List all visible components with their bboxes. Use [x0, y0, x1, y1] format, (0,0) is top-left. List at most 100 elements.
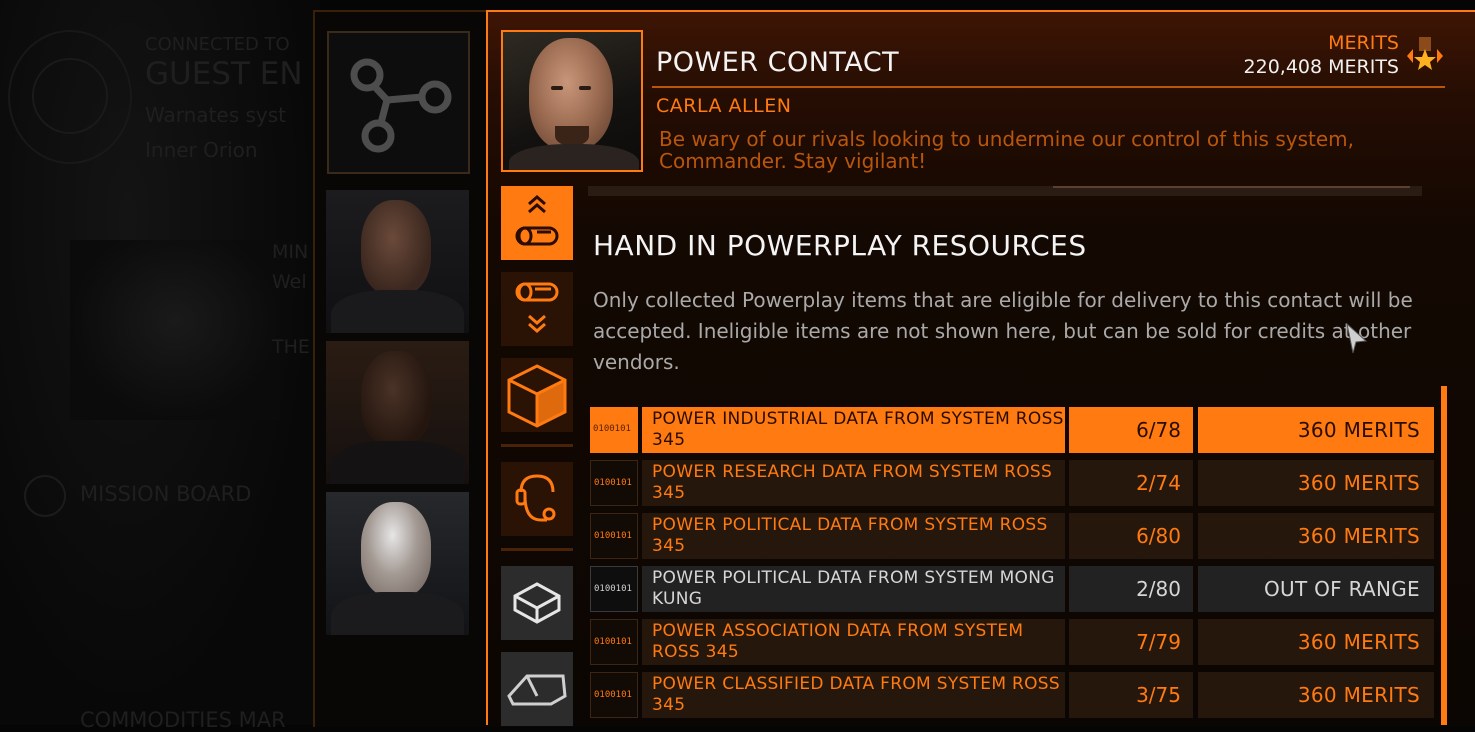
- merits-value: 220,408 MERITS: [1243, 56, 1399, 78]
- merits-label: MERITS: [1328, 32, 1399, 54]
- bg-mission-text-1: MIN: [272, 241, 309, 263]
- resource-name: POWER RESEARCH DATA FROM SYSTEM ROSS 345: [652, 462, 1053, 503]
- bg-portrait: [70, 240, 280, 420]
- data-code-icon: 0100101: [590, 566, 638, 612]
- resource-reward-cell: OUT OF RANGE: [1198, 566, 1434, 612]
- resource-reward: 360 MERITS: [1297, 630, 1420, 654]
- resource-qty: 6/78: [1136, 418, 1181, 442]
- resource-name-cell: POWER CLASSIFIED DATA FROM SYSTEM ROSS 3…: [642, 672, 1065, 718]
- resource-name-cell: POWER POLITICAL DATA FROM SYSTEM MONG KU…: [642, 566, 1065, 612]
- powerplay-network-button[interactable]: [327, 31, 470, 174]
- resource-name: POWER POLITICAL DATA FROM SYSTEM MONG KU…: [652, 568, 1055, 609]
- bg-sub-line: Inner Orion: [145, 138, 258, 162]
- data-code-label: 0100101: [594, 690, 632, 700]
- resource-reward: OUT OF RANGE: [1263, 577, 1420, 601]
- portrait-eye: [579, 86, 591, 90]
- contact-quote: Be wary of our rivals looking to undermi…: [659, 127, 1354, 173]
- bg-station-name: GUEST EN: [145, 56, 303, 92]
- bg-connected-label: CONNECTED TO: [145, 34, 290, 55]
- resource-reward-cell: 360 MERITS: [1198, 407, 1434, 453]
- bg-mission-text-2: Wel: [272, 271, 307, 293]
- bg-commodities: COMMODITIES MAR: [80, 708, 286, 732]
- tab-hand-in[interactable]: [501, 186, 573, 260]
- tab-cargo[interactable]: [501, 358, 573, 432]
- bg-mission-board: MISSION BOARD: [80, 482, 252, 506]
- hand-in-cargo-icon: [515, 195, 559, 246]
- upper-scrollbar[interactable]: [588, 186, 1422, 196]
- data-code-label: 0100101: [594, 584, 632, 594]
- resource-reward-cell: 360 MERITS: [1198, 619, 1434, 665]
- ship-module-icon: [507, 674, 567, 706]
- data-code-label: 0100101: [594, 531, 632, 541]
- resource-reward-cell: 360 MERITS: [1198, 672, 1434, 718]
- globe-icon: [24, 475, 66, 517]
- resource-name-cell: POWER RESEARCH DATA FROM SYSTEM ROSS 345: [642, 460, 1065, 506]
- bg-system-line: Warnates syst: [145, 103, 286, 127]
- resource-reward-cell: 360 MERITS: [1198, 513, 1434, 559]
- section-description: Only collected Powerplay items that are …: [593, 288, 1413, 374]
- portrait-eye: [551, 86, 563, 90]
- list-scrollbar[interactable]: [1441, 386, 1447, 725]
- resource-row[interactable]: 0100101 POWER CLASSIFIED DATA FROM SYSTE…: [590, 672, 1434, 718]
- contact-jacket: [331, 290, 464, 333]
- contact-face: [361, 200, 431, 295]
- data-code-icon: 0100101: [590, 672, 638, 718]
- resource-name-cell: POWER POLITICAL DATA FROM SYSTEM ROSS 34…: [642, 513, 1065, 559]
- station-emblem-icon: [8, 30, 132, 164]
- contact-thumbnail-2[interactable]: [326, 341, 469, 484]
- resource-row[interactable]: 0100101 POWER INDUSTRIAL DATA FROM SYSTE…: [590, 407, 1434, 453]
- resource-name: POWER POLITICAL DATA FROM SYSTEM ROSS 34…: [652, 515, 1048, 556]
- resource-reward-cell: 360 MERITS: [1198, 460, 1434, 506]
- data-code-icon: 0100101: [590, 407, 638, 453]
- contact-thumbnail-1[interactable]: [326, 190, 469, 333]
- data-package-icon: [513, 582, 561, 624]
- collect-cargo-icon: [515, 282, 559, 333]
- rank-star-icon: [1407, 37, 1443, 70]
- network-nodes-icon: [350, 58, 452, 153]
- title-divider: [652, 86, 1445, 88]
- data-code-label: 0100101: [593, 424, 631, 434]
- data-code-label: 0100101: [594, 478, 632, 488]
- tab-separator: [501, 444, 573, 447]
- resource-name: POWER CLASSIFIED DATA FROM SYSTEM ROSS 3…: [652, 674, 1060, 715]
- contact-jacket: [331, 592, 464, 635]
- tab-collect[interactable]: [501, 272, 573, 346]
- background-station-menu: CONNECTED TO GUEST EN Warnates syst Inne…: [0, 0, 320, 732]
- tab-contact[interactable]: [501, 462, 573, 536]
- data-code-icon: 0100101: [590, 513, 638, 559]
- resource-qty-cell: 6/78: [1069, 407, 1193, 453]
- contact-jacket: [331, 441, 464, 484]
- contact-thumbnail-3[interactable]: [326, 492, 469, 635]
- resource-qty: 2/80: [1136, 577, 1181, 601]
- tab-data[interactable]: [501, 566, 573, 640]
- resource-row[interactable]: 0100101 POWER ASSOCIATION DATA FROM SYST…: [590, 619, 1434, 665]
- data-code-label: 0100101: [594, 637, 632, 647]
- resource-name: POWER ASSOCIATION DATA FROM SYSTEM ROSS …: [652, 621, 1024, 662]
- contact-face: [361, 502, 431, 597]
- tab-separator: [501, 548, 573, 551]
- resource-row[interactable]: 0100101 POWER POLITICAL DATA FROM SYSTEM…: [590, 566, 1434, 612]
- contact-headset-icon: [515, 474, 556, 522]
- resource-qty: 6/80: [1136, 524, 1181, 548]
- data-code-icon: 0100101: [590, 460, 638, 506]
- page-title: POWER CONTACT: [656, 47, 900, 78]
- portrait-beard: [555, 126, 589, 146]
- tab-modules[interactable]: [501, 652, 573, 726]
- resource-qty: 3/75: [1136, 683, 1181, 707]
- resource-reward: 360 MERITS: [1297, 418, 1420, 442]
- portrait-shoulders: [509, 144, 639, 170]
- resource-qty-cell: 3/75: [1069, 672, 1193, 718]
- resource-qty-cell: 6/80: [1069, 513, 1193, 559]
- contact-name: CARLA ALLEN: [656, 95, 792, 117]
- contact-portrait: [501, 30, 643, 172]
- pointer-cursor-icon: [1346, 323, 1368, 354]
- cargo-box-icon: [507, 364, 567, 428]
- resource-name-cell: POWER ASSOCIATION DATA FROM SYSTEM ROSS …: [642, 619, 1065, 665]
- resource-name-cell: POWER INDUSTRIAL DATA FROM SYSTEM ROSS 3…: [642, 407, 1065, 453]
- resource-row[interactable]: 0100101 POWER POLITICAL DATA FROM SYSTEM…: [590, 513, 1434, 559]
- resource-reward: 360 MERITS: [1297, 524, 1420, 548]
- resource-reward: 360 MERITS: [1297, 683, 1420, 707]
- resource-row[interactable]: 0100101 POWER RESEARCH DATA FROM SYSTEM …: [590, 460, 1434, 506]
- data-code-icon: 0100101: [590, 619, 638, 665]
- resource-qty-cell: 7/79: [1069, 619, 1193, 665]
